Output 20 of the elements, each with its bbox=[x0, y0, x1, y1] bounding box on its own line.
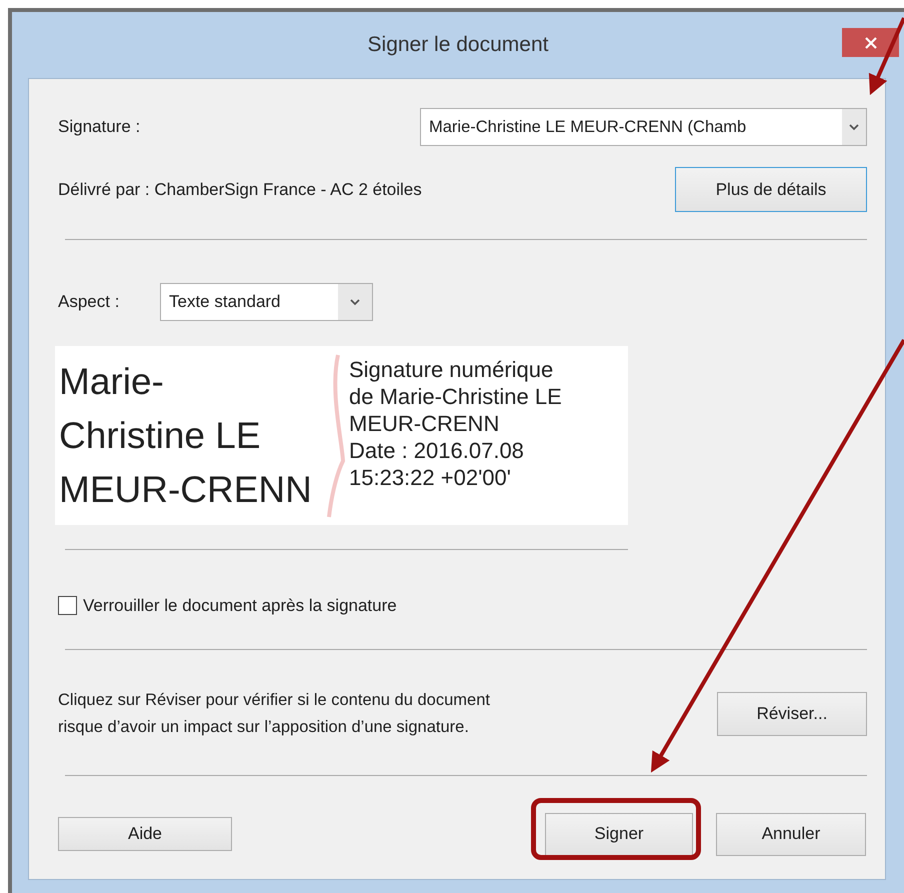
lock-checkbox[interactable] bbox=[58, 596, 77, 616]
chevron-down-icon bbox=[350, 298, 360, 306]
signer-name: Marie- Christine LE MEUR-CRENN bbox=[58, 360, 312, 512]
aspect-dropdown[interactable]: Texte standard bbox=[160, 283, 373, 321]
help-button[interactable]: Aide bbox=[58, 817, 232, 851]
cancel-button[interactable]: Annuler bbox=[716, 812, 866, 856]
chevron-down-icon bbox=[849, 124, 859, 130]
close-button[interactable] bbox=[842, 28, 899, 57]
lock-label: Verrouiller le document après la signature bbox=[83, 595, 397, 617]
close-icon bbox=[864, 36, 876, 48]
details-button[interactable]: Plus de détails bbox=[675, 167, 867, 212]
signature-label: Signature : bbox=[58, 116, 140, 138]
aspect-label: Aspect : bbox=[58, 291, 120, 314]
review-button[interactable]: Réviser... bbox=[717, 692, 867, 736]
signature-details: Signature numérique de Marie-Christine LE MEUR-CRENN Date : 2016.07.08 15:23:22 +02'00' bbox=[349, 356, 562, 491]
issuer-text: Délivré par : ChamberSign France - AC 2 étoiles bbox=[58, 178, 422, 201]
signature-dropdown[interactable]: Marie-Christine LE MEUR-CRENN (Chamb bbox=[420, 108, 867, 146]
review-hint: Cliquez sur Réviser pour vérifier si le contenu du document risque d’avoir un impact sur l’apposition d’une signature. bbox=[58, 690, 490, 738]
window-title: Signer le document bbox=[368, 32, 548, 58]
sign-button[interactable]: Signer bbox=[545, 812, 693, 856]
